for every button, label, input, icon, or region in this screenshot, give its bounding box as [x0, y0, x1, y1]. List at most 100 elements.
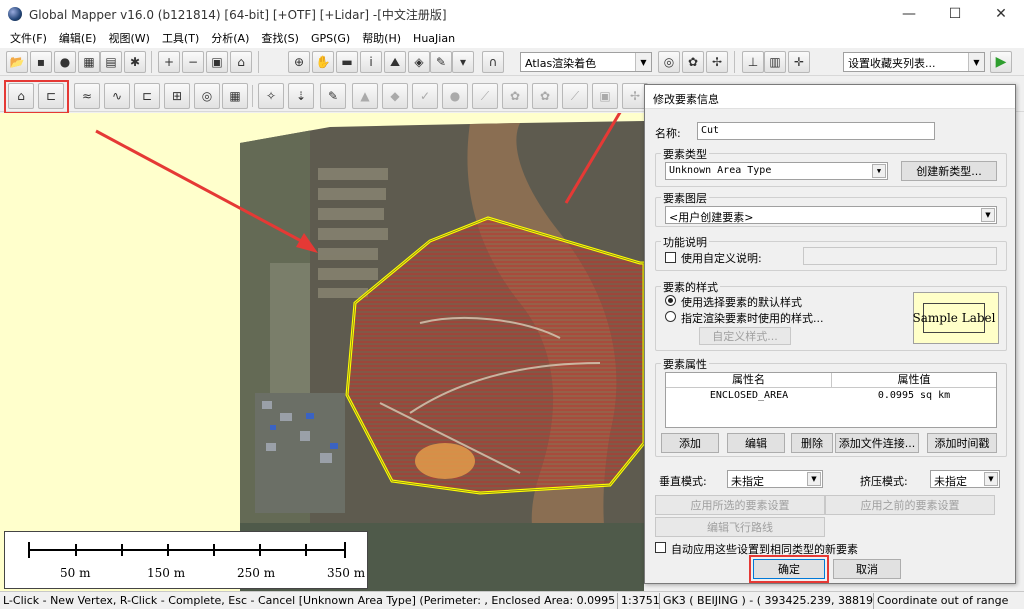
ok-highlight-box [749, 555, 829, 583]
trace-line-icon[interactable]: ∿ [104, 83, 130, 109]
attr-header-value[interactable]: 属性值 [832, 373, 996, 388]
map-canvas[interactable] [0, 113, 644, 591]
shader-combo[interactable]: Atlas渲染着色 ▼ [520, 52, 652, 72]
vertical-mode-dropdown[interactable]: 未指定 ▼ [727, 470, 823, 488]
layer-dropdown[interactable]: <用户创建要素> ▼ [665, 206, 997, 224]
pan-tool-icon[interactable]: ✋ [312, 51, 334, 73]
dropdown-tool-icon[interactable]: ▾ [452, 51, 474, 73]
layer-group-label: 要素图层 [661, 190, 709, 206]
cancel-button[interactable]: 取消 [833, 559, 901, 579]
delete-attr-button[interactable]: 删除 [791, 433, 833, 453]
default-style-radio[interactable] [665, 295, 676, 306]
create-line-icon[interactable]: ≈ [74, 83, 100, 109]
toolbar-highlight-box [4, 80, 69, 114]
add-attr-button[interactable]: 添加 [661, 433, 719, 453]
default-style-label: 使用选择要素的默认样式 [681, 296, 802, 309]
disabled-tool-8-icon: ⟋ [562, 83, 588, 109]
config-tools-icon[interactable]: ✱ [124, 51, 146, 73]
menu-edit[interactable]: 编辑(E) [53, 30, 103, 46]
move-vertex-icon[interactable]: ⇣ [288, 83, 314, 109]
add-timestamp-button[interactable]: 添加时间戳 [927, 433, 997, 453]
save-icon[interactable]: ▪ [30, 51, 52, 73]
menu-gps[interactable]: GPS(G) [305, 32, 356, 45]
attr-header-name[interactable]: 属性名 [666, 373, 832, 388]
close-window-button[interactable]: ✕ [978, 0, 1024, 28]
auto-apply-checkbox[interactable] [655, 542, 666, 553]
attr-table[interactable]: 属性名 属性值 ENCLOSED_AREA 0.0995 sq km [665, 372, 997, 428]
custom-desc-checkbox[interactable] [665, 252, 676, 263]
vertical-tool-icon[interactable]: ⊥ [742, 51, 764, 73]
grid-tool-icon[interactable]: ✛ [788, 51, 810, 73]
extrude-mode-dropdown[interactable]: 未指定 ▼ [930, 470, 1000, 488]
zoom-out-icon[interactable]: − [182, 51, 204, 73]
print-layout-icon[interactable]: ▥ [764, 51, 786, 73]
name-input[interactable]: Cut [697, 122, 935, 140]
type-dropdown[interactable]: Unknown Area Type ▼ [665, 162, 888, 180]
disabled-tool-6-icon: ✿ [502, 83, 528, 109]
buffer-icon[interactable]: ◎ [194, 83, 220, 109]
maximize-button[interactable]: ☐ [932, 0, 978, 28]
vertical-mode-label: 垂直模式: [659, 475, 707, 488]
custom-style-radio[interactable] [665, 311, 676, 322]
create-point-icon[interactable]: ⊏ [134, 83, 160, 109]
scale-bar: 50 m 150 m 250 m 350 m [4, 531, 368, 589]
home-icon[interactable]: ⌂ [230, 51, 252, 73]
grid-create-icon[interactable]: ▦ [222, 83, 248, 109]
3d-view-icon[interactable]: ∩ [482, 51, 504, 73]
overlay-control-icon[interactable]: ▤ [100, 51, 122, 73]
apply-previous-button: 应用之前的要素设置 [825, 495, 995, 515]
hill-shading-icon[interactable]: ✢ [706, 51, 728, 73]
window-title: Global Mapper v16.0 (b121814) [64-bit] [… [29, 7, 447, 22]
edit-vertex-icon[interactable]: ✧ [258, 83, 284, 109]
menu-huajian[interactable]: HuaJian [407, 32, 461, 45]
attr-row-name[interactable]: ENCLOSED_AREA [666, 390, 832, 401]
name-label: 名称: [655, 127, 681, 140]
add-file-link-button[interactable]: 添加文件连接... [835, 433, 919, 453]
desc-group-label: 功能说明 [661, 234, 709, 250]
title-bar: Global Mapper v16.0 (b121814) [64-bit] [… [0, 0, 1024, 28]
shader-options-icon[interactable]: ◎ [658, 51, 680, 73]
chevron-down-icon: ▼ [984, 472, 998, 486]
custom-style-label: 指定渲染要素时使用的样式... [681, 312, 824, 325]
disabled-tool-4-icon: ● [442, 83, 468, 109]
map-layout-icon[interactable]: ▦ [78, 51, 100, 73]
disabled-tool-3-icon: ✓ [412, 83, 438, 109]
feature-info-icon[interactable]: i [360, 51, 382, 73]
menu-tools[interactable]: 工具(T) [156, 30, 205, 46]
menu-file[interactable]: 文件(F) [4, 30, 53, 46]
create-type-button[interactable]: 创建新类型... [901, 161, 997, 181]
open-folder-icon[interactable]: 📂 [6, 51, 28, 73]
bookmark-combo[interactable]: 设置收藏夹列表... ▼ [843, 52, 985, 72]
sample-label-text: Sample Label [913, 303, 995, 333]
menu-search[interactable]: 查找(S) [255, 30, 305, 46]
attr-row-value[interactable]: 0.0995 sq km [832, 390, 996, 401]
coordinate-entry-icon[interactable]: ⊞ [164, 83, 190, 109]
globe-icon[interactable]: ● [54, 51, 76, 73]
chevron-down-icon: ▼ [872, 164, 886, 178]
menu-view[interactable]: 视图(W) [102, 30, 155, 46]
status-projection: GK3 ( BEIJING ) - ( 393425.239, 3881967.… [660, 592, 874, 609]
path-profile-icon[interactable]: ⛰ [384, 51, 406, 73]
water-level-icon[interactable]: ✿ [682, 51, 704, 73]
edit-flight-path-button: 编辑飞行路线 [655, 517, 825, 537]
play-icon[interactable]: ▶ [990, 51, 1012, 73]
full-view-icon[interactable]: ▣ [206, 51, 228, 73]
scale-label: 50 m [60, 566, 91, 580]
edit-attr-button[interactable]: 编辑 [727, 433, 785, 453]
view-shed-icon[interactable]: ◈ [408, 51, 430, 73]
style-group-label: 要素的样式 [661, 279, 720, 295]
zoom-tool-icon[interactable]: ⊕ [288, 51, 310, 73]
select-icon[interactable]: ✎ [320, 83, 346, 109]
disabled-tool-2-icon: ◆ [382, 83, 408, 109]
apply-selected-button: 应用所选的要素设置 [655, 495, 825, 515]
measure-tool-icon[interactable]: ▬ [336, 51, 358, 73]
main-toolbar: 📂 ▪ ● ▦ ▤ ✱ + − ▣ ⌂ ⊕ ✋ ▬ i ⛰ ◈ ✎ ▾ ∩ At… [0, 48, 1024, 76]
attr-group-label: 要素属性 [661, 356, 709, 372]
zoom-in-icon[interactable]: + [158, 51, 180, 73]
menu-analysis[interactable]: 分析(A) [205, 30, 255, 46]
digitizer-icon[interactable]: ✎ [430, 51, 452, 73]
menu-help[interactable]: 帮助(H) [356, 30, 407, 46]
status-coord: Coordinate out of range [877, 593, 1009, 607]
disabled-tool-7-icon: ✿ [532, 83, 558, 109]
minimize-button[interactable]: — [886, 0, 932, 28]
